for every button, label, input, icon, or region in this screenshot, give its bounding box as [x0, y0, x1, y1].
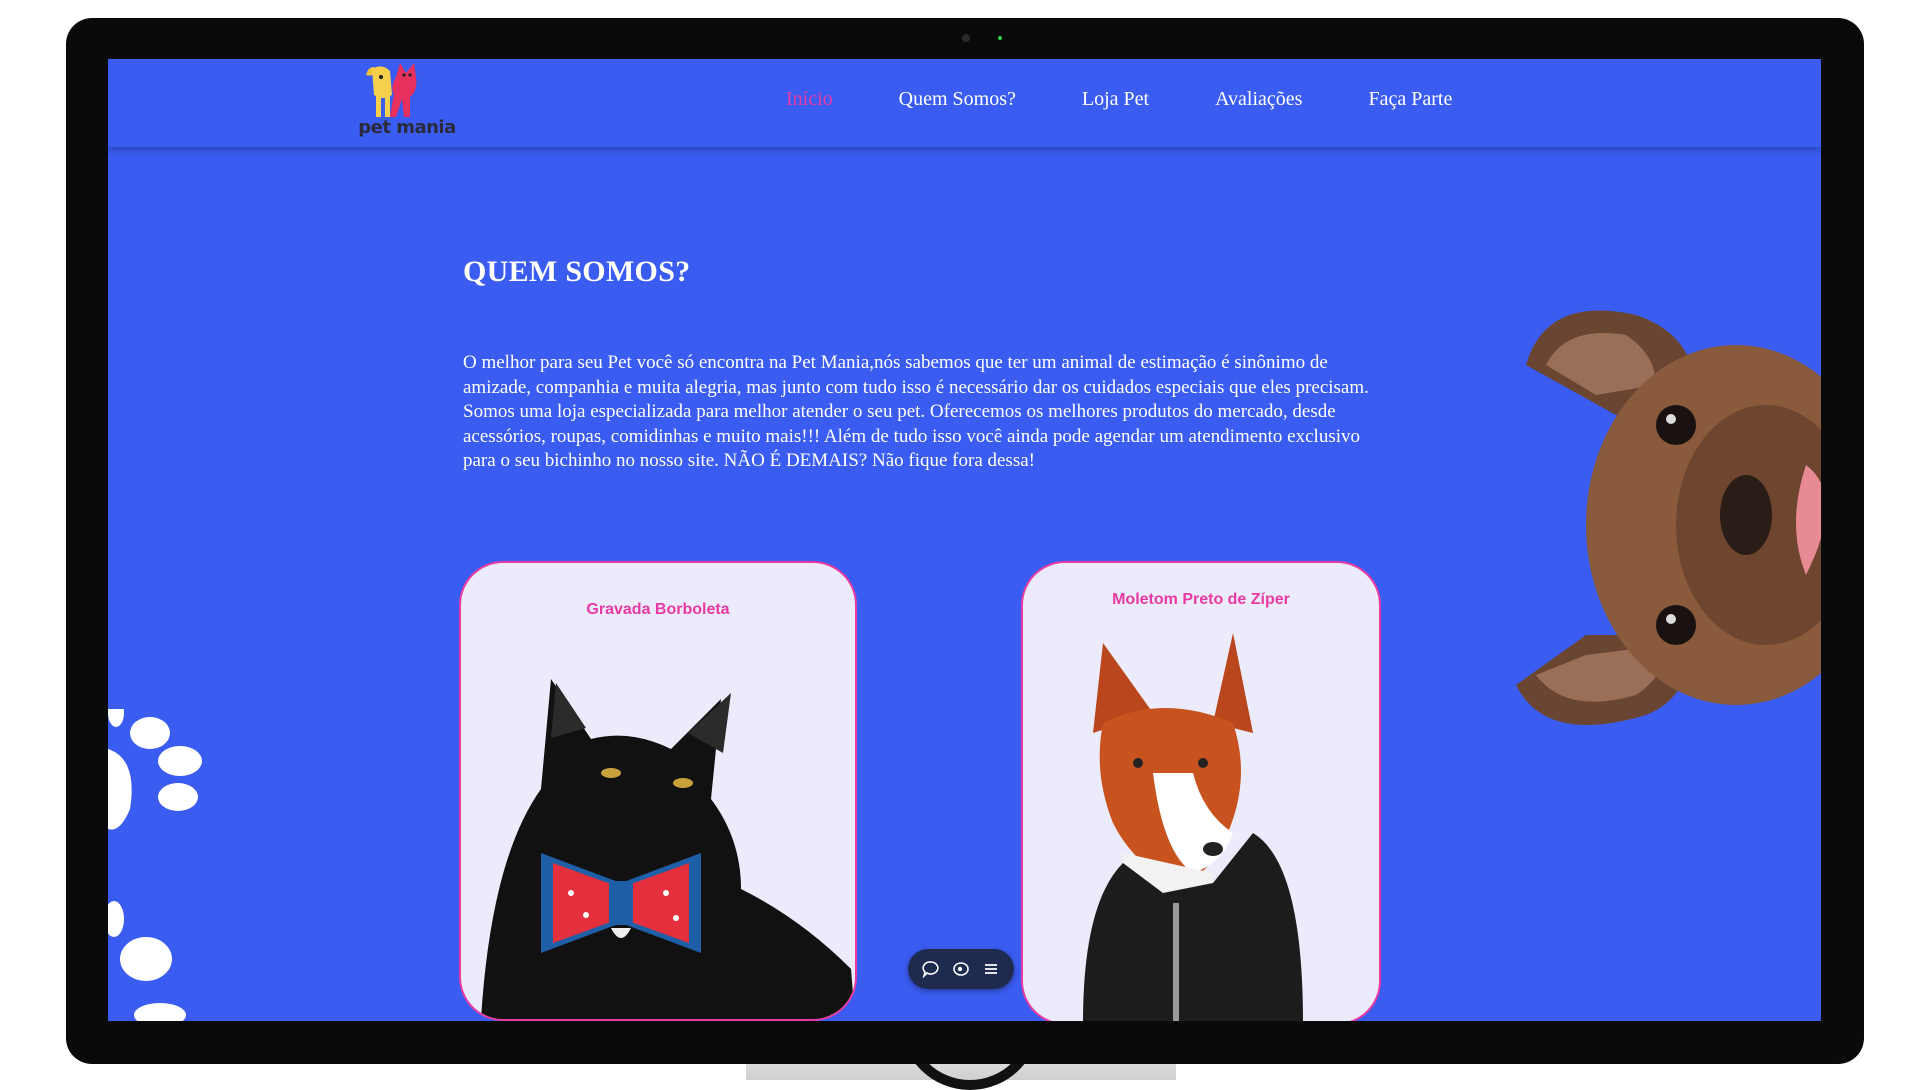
website-screen: pet mania Início Quem Somos? Loja Pet Av…: [108, 59, 1821, 1021]
floating-toolbar: [908, 949, 1014, 989]
about-text: O melhor para seu Pet você só encontra n…: [463, 352, 1369, 471]
nav-item-loja-pet[interactable]: Loja Pet: [1082, 88, 1149, 111]
paw-prints-decoration: [108, 709, 202, 1021]
pet-mania-logo[interactable]: pet mania: [352, 59, 462, 145]
black-cat-bowtie-image: [481, 679, 855, 1019]
menu-icon[interactable]: [982, 960, 1000, 978]
nav-item-faca-parte[interactable]: Faça Parte: [1368, 88, 1452, 111]
product-card-moletom[interactable]: Moletom Preto de Zíper: [1021, 561, 1381, 1021]
product-title: Gravada Borboleta: [586, 601, 730, 618]
site-header: pet mania Início Quem Somos? Loja Pet Av…: [108, 59, 1821, 147]
nav-item-avaliacoes[interactable]: Avaliações: [1215, 88, 1302, 111]
product-title: Moletom Preto de Zíper: [1112, 591, 1290, 608]
chat-icon[interactable]: [922, 960, 940, 978]
nav-item-inicio[interactable]: Início: [786, 88, 833, 111]
logo-pets-icon: [366, 63, 417, 117]
about-title: QUEM SOMOS?: [463, 255, 691, 288]
product-card-gravata[interactable]: Gravada Borboleta: [459, 561, 857, 1021]
main-nav: Início Quem Somos? Loja Pet Avaliações F…: [786, 59, 1518, 139]
monitor-camera: [962, 34, 970, 42]
logo-text: pet mania: [358, 117, 456, 138]
dog-hoodie-image: [1083, 633, 1303, 1021]
eye-icon[interactable]: [952, 960, 970, 978]
french-bulldog-decoration: [1516, 310, 1821, 725]
nav-item-quem-somos[interactable]: Quem Somos?: [899, 88, 1016, 111]
monitor-camera-led: [998, 36, 1002, 40]
